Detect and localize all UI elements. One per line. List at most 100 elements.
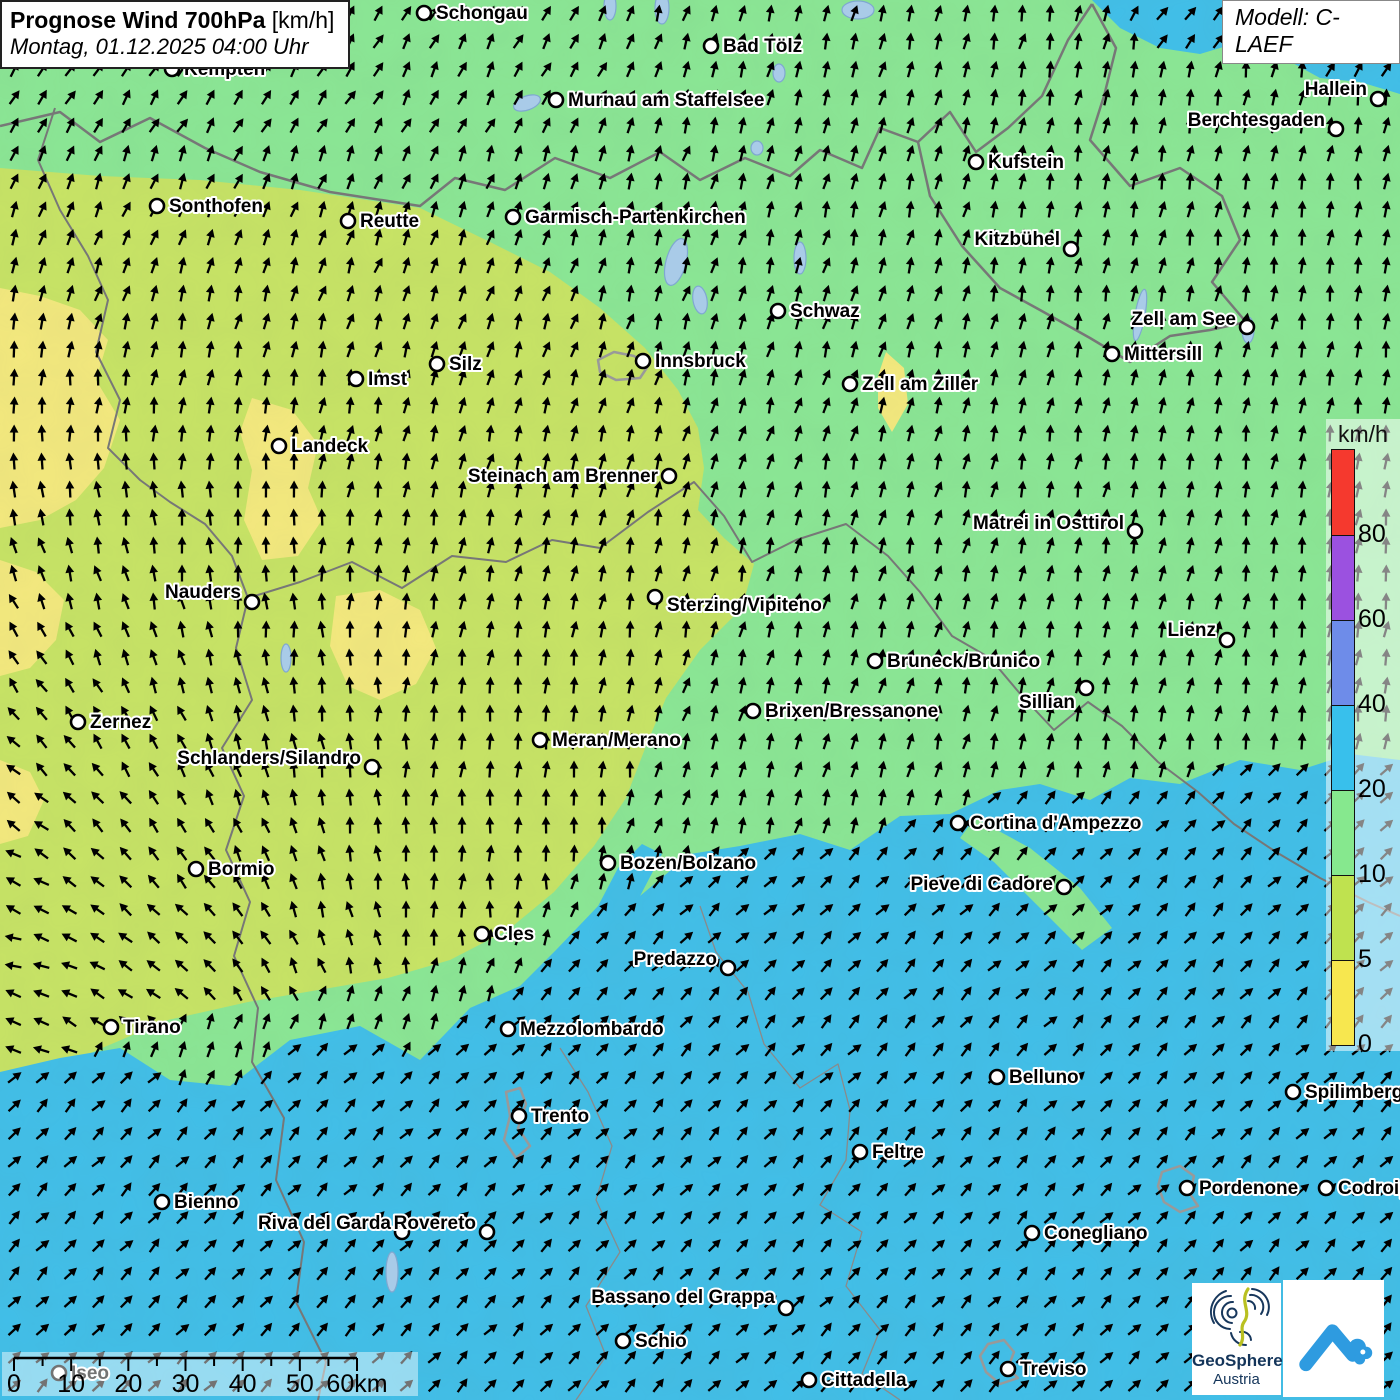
svg-text:50: 50 [286,1370,314,1396]
svg-text:Bienno: Bienno [174,1192,238,1213]
svg-text:Trento: Trento [531,1106,589,1127]
svg-text:Lienz: Lienz [1167,620,1216,641]
svg-text:Bassano del Grappa: Bassano del Grappa [591,1287,775,1308]
city-marker-zell-am-ziller: Zell am Ziller [843,374,979,395]
svg-text:Zernez: Zernez [90,712,151,733]
svg-text:Cortina d'Ampezzo: Cortina d'Ampezzo [970,813,1141,834]
svg-text:Hallein: Hallein [1305,79,1367,100]
city-marker-imst: Imst [349,369,408,390]
legend-segment [1332,960,1354,1045]
legend-unit-label: km/h [1338,421,1388,448]
svg-text:Rovereto: Rovereto [394,1213,476,1234]
svg-text:Sterzing/Vipiteno: Sterzing/Vipiteno [667,595,822,616]
city-marker-cles: Cles [475,924,534,945]
svg-text:Spilimbergo: Spilimbergo [1305,1082,1400,1103]
legend-tick-label: 5 [1358,944,1400,974]
svg-text:Reutte: Reutte [360,211,419,232]
city-marker-meran-merano: Meran/Merano [533,730,681,751]
svg-text:Codroipo: Codroipo [1338,1178,1400,1199]
weather-map-page: SchongauBad TölzKemptenMurnau am Staffel… [0,0,1400,1400]
map-scale-bar: 0102030405060km [2,1352,418,1396]
svg-text:Tirano: Tirano [123,1017,181,1038]
legend-color-bar [1331,449,1355,1046]
city-marker-steinach-am-brenner: Steinach am Brenner [468,466,676,487]
title-parameter: Prognose Wind 700hPa [10,7,265,33]
svg-text:Mittersill: Mittersill [1124,344,1202,365]
page-title: Prognose Wind 700hPa [km/h] [10,6,334,34]
svg-text:Imst: Imst [368,369,408,390]
city-marker-conegliano: Conegliano [1025,1223,1147,1244]
legend-tick-label: 80 [1358,519,1400,549]
svg-text:Feltre: Feltre [872,1142,924,1163]
scale-ruler: 0102030405060km [2,1352,418,1396]
city-marker-bozen-bolzano: Bozen/Bolzano [601,853,756,874]
svg-text:Predazzo: Predazzo [634,949,717,970]
city-marker-silz: Silz [430,354,482,375]
geosphere-logo-subtext: Austria [1192,1371,1281,1389]
svg-text:Kitzbühel: Kitzbühel [975,229,1061,250]
svg-text:Cittadella: Cittadella [821,1370,907,1391]
svg-text:Riva del Garda: Riva del Garda [258,1213,391,1234]
wind-map-canvas: SchongauBad TölzKemptenMurnau am Staffel… [0,0,1400,1400]
svg-text:Bozen/Bolzano: Bozen/Bolzano [620,853,756,874]
city-marker-garmisch-partenkirchen: Garmisch-Partenkirchen [506,207,746,228]
legend-segment [1332,705,1354,790]
svg-text:Mezzolombardo: Mezzolombardo [520,1019,664,1040]
svg-text:Steinach am Brenner: Steinach am Brenner [468,466,659,487]
svg-text:Belluno: Belluno [1009,1067,1079,1088]
svg-text:Landeck: Landeck [291,436,369,457]
svg-text:Silz: Silz [449,354,482,375]
svg-text:Zell am See: Zell am See [1131,309,1236,330]
svg-text:10: 10 [57,1370,85,1396]
svg-text:Pordenone: Pordenone [1199,1178,1298,1199]
city-marker-mezzolombardo: Mezzolombardo [501,1019,664,1040]
svg-text:Bruneck/Brunico: Bruneck/Brunico [887,651,1040,672]
svg-text:Pieve di Cadore: Pieve di Cadore [910,874,1053,895]
legend-tick-label: 20 [1358,774,1400,804]
forecast-datetime: Montag, 01.12.2025 04:00 Uhr [10,34,334,61]
city-marker-bruneck-brunico: Bruneck/Brunico [868,651,1040,672]
svg-text:30: 30 [172,1370,200,1396]
title-box: Prognose Wind 700hPa [km/h] Montag, 01.1… [0,0,350,69]
svg-text:Kufstein: Kufstein [988,152,1064,173]
svg-text:Schwaz: Schwaz [790,301,860,322]
svg-text:60km: 60km [326,1370,387,1396]
svg-text:Sonthofen: Sonthofen [169,196,263,217]
model-label: Modell: C-LAEF [1222,0,1400,64]
legend-tick-label: 10 [1358,859,1400,889]
svg-text:Murnau am Staffelsee: Murnau am Staffelsee [568,90,764,111]
svg-text:Conegliano: Conegliano [1044,1223,1147,1244]
svg-text:Sillian: Sillian [1019,692,1075,713]
legend-segment [1332,450,1354,535]
svg-text:Cles: Cles [494,924,534,945]
legend-segment [1332,790,1354,875]
legend-segment [1332,620,1354,705]
svg-text:Treviso: Treviso [1020,1359,1087,1380]
svg-text:Schongau: Schongau [436,3,528,24]
svg-text:Bormio: Bormio [208,859,275,880]
windspeed-legend: km/h 806040201050 [1326,419,1400,1051]
geosphere-logo-text: GeoSphere [1192,1352,1281,1371]
mountain-cloud-icon [1295,1294,1373,1382]
svg-text:Garmisch-Partenkirchen: Garmisch-Partenkirchen [525,207,746,228]
geosphere-austria-logo: GeoSphere Austria [1192,1283,1281,1395]
svg-text:Matrei in Osttirol: Matrei in Osttirol [973,513,1124,534]
legend-segment [1332,535,1354,620]
svg-text:Zell am Ziller: Zell am Ziller [862,374,979,395]
city-marker-pieve-di-cadore: Pieve di Cadore [910,874,1071,895]
legend-tick-label: 40 [1358,689,1400,719]
svg-text:Schio: Schio [635,1331,687,1352]
city-marker-brixen-bressanone: Brixen/Bressanone [746,701,938,722]
svg-text:40: 40 [229,1370,257,1396]
svg-text:20: 20 [114,1370,142,1396]
title-unit: [km/h] [272,7,335,33]
svg-text:Bad Tölz: Bad Tölz [723,36,802,57]
legend-segment [1332,875,1354,960]
svg-text:Meran/Merano: Meran/Merano [552,730,681,751]
svg-text:Brixen/Bressanone: Brixen/Bressanone [765,701,938,722]
svg-text:Schlanders/Silandro: Schlanders/Silandro [177,748,361,769]
city-marker-murnau-am-staffelsee: Murnau am Staffelsee [549,90,764,111]
legend-tick-label: 0 [1358,1029,1400,1059]
svg-text:Berchtesgaden: Berchtesgaden [1188,110,1325,131]
legend-tick-label: 60 [1358,604,1400,634]
